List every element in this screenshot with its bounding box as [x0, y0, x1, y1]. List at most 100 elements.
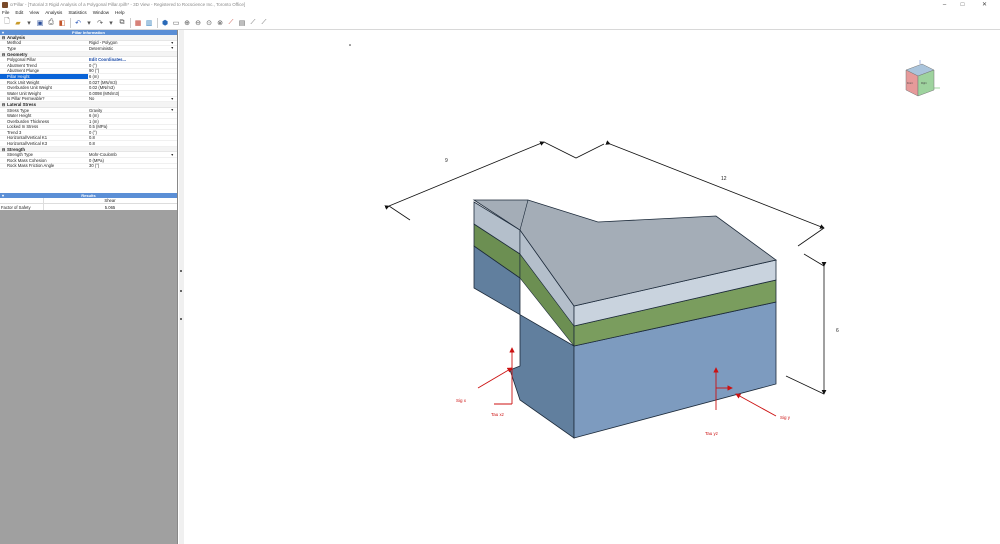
property-name: Rock Mass Cohesion: [7, 157, 47, 163]
menu-statistics[interactable]: Statistics: [68, 10, 86, 15]
property-name: Overburden Thickness: [7, 118, 50, 124]
grid-icon[interactable]: ▦: [133, 18, 143, 28]
panel-title: Pillar Information: [72, 30, 105, 35]
navigation-cube[interactable]: Front Right: [905, 60, 940, 97]
prop-type[interactable]: Type Deterministic ▼: [0, 46, 177, 52]
property-value: 0 (°): [89, 129, 97, 135]
save-icon[interactable]: ▣: [35, 18, 45, 28]
menu-edit[interactable]: Edit: [15, 10, 23, 15]
collapse-icon: ⊟: [1, 146, 6, 152]
menu-view[interactable]: View: [29, 10, 39, 15]
property-value: 0.8: [89, 141, 95, 147]
prop-is-pillar-permeable[interactable]: Is Pillar Permeable? No ▼: [0, 96, 177, 103]
property-name: Water Unit Weight: [7, 90, 41, 96]
toolbar-separator: [157, 17, 158, 28]
prop-rock-mass-friction-angle[interactable]: Rock Mass Friction Angle 30 (°): [0, 163, 177, 170]
category-label: Analysis: [7, 34, 26, 40]
collapse-icon: ⊟: [1, 51, 6, 57]
menu-analysis[interactable]: Analysis: [45, 10, 62, 15]
label-sig-y: Sig y: [780, 415, 791, 420]
dropdown-arrow-icon: ▼: [170, 96, 174, 101]
redo-icon[interactable]: ↷: [95, 18, 105, 28]
label-sig-x: Sig x: [456, 398, 467, 403]
property-value: Mohr-Coulomb: [89, 152, 117, 158]
property-name: Type: [7, 45, 17, 51]
zoom-in-icon[interactable]: ⊕: [182, 18, 192, 28]
histogram-icon[interactable]: ▤: [237, 18, 247, 28]
toolbar-separator: [70, 17, 71, 28]
text-label: [0, 197, 44, 204]
property-value: 6 (m): [89, 73, 99, 79]
open-file-icon[interactable]: ▰: [13, 18, 23, 28]
copy-icon[interactable]: ⧉: [117, 18, 127, 28]
left-pane: ▾ Pillar Information ⊟ Analysis Method Rig…: [0, 30, 178, 544]
print-icon[interactable]: ⎙: [46, 18, 56, 28]
property-value: 0.0098 (MN/m3): [89, 90, 120, 96]
dim-label-top-right: 12: [721, 176, 727, 182]
property-name: Water Height: [7, 113, 32, 119]
dim-label-height: 6: [836, 328, 839, 334]
property-name: Rock Mass Friction Angle: [7, 163, 55, 169]
minimize-button[interactable]: –: [938, 0, 951, 9]
toolbar: 🗋 ▰ ▾ ▣ ⎙ ◧ ↶ ▾ ↷ ▾ ⧉ ▦ ▥ ⬢ ▭ ⊕ ⊖ ⊙ ⊗ ⟋ …: [0, 16, 1000, 30]
property-name: Rock Unit Weight: [7, 79, 40, 85]
export-icon[interactable]: ◧: [57, 18, 67, 28]
cube-front-label: Front: [907, 82, 913, 85]
splitter-grip: [180, 270, 182, 272]
property-grid-blank: [0, 169, 177, 194]
label-tau-yz: Tau yz: [705, 431, 719, 436]
menu-bar: File Edit View Analysis Statistics Windo…: [0, 9, 1000, 16]
category-label: Lateral Stress: [7, 101, 37, 107]
zoom-out-icon[interactable]: ⊖: [193, 18, 203, 28]
property-value: Rigid - Polygon: [89, 40, 118, 46]
property-value: 0.5 (MPa): [89, 124, 108, 130]
pin-icon[interactable]: ▾: [2, 30, 4, 35]
label-tau-xz: Tau xz: [491, 412, 505, 417]
property-value: 1 (m): [89, 118, 99, 124]
property-name: Pillar Height: [0, 73, 88, 79]
new-file-icon[interactable]: 🗋: [2, 18, 12, 28]
category-label: Strength: [7, 146, 26, 152]
property-name: Overburden Unit Weight: [7, 85, 52, 91]
menu-file[interactable]: File: [2, 10, 9, 15]
toolbar-separator: [130, 17, 131, 28]
property-name: Horizontal/Vertical K1: [7, 135, 48, 141]
close-button[interactable]: ✕: [978, 0, 991, 9]
property-value: 0 (°): [89, 62, 97, 68]
property-name: Locked In Stress: [7, 124, 39, 130]
maximize-button[interactable]: □: [956, 0, 969, 9]
cube-right-label: Right: [921, 82, 927, 85]
3d-view-icon[interactable]: ⬢: [160, 18, 170, 28]
sensitivity-chart-icon[interactable]: ⟋: [226, 18, 236, 28]
pin-icon[interactable]: ▾: [2, 193, 4, 198]
dropdown-icon[interactable]: ▾: [106, 18, 116, 28]
pillar-info-header: ▾ Pillar Information: [0, 30, 177, 35]
zoom-all-icon[interactable]: ⊙: [204, 18, 214, 28]
chart-icon[interactable]: ▥: [144, 18, 154, 28]
property-grid: ⊟ Analysis Method Rigid - Polygon ▼ Type Det…: [0, 34, 177, 194]
zoom-window-icon[interactable]: ⊗: [215, 18, 225, 28]
property-value: 6 (m): [89, 113, 99, 119]
property-value: No: [89, 96, 95, 102]
splitter-grip: [180, 290, 182, 292]
dropdown-arrow-icon: ▼: [170, 46, 174, 51]
property-name: Horizontal/Vertical K3: [7, 141, 48, 147]
property-value: 30 (°): [89, 163, 100, 169]
dropdown-icon[interactable]: ▾: [84, 18, 94, 28]
panel-title: Results: [81, 193, 96, 199]
results-header: ▾ Results: [0, 193, 177, 199]
display-icon[interactable]: ▭: [171, 18, 181, 28]
undo-icon[interactable]: ↶: [73, 18, 83, 28]
cumulative-plot-icon[interactable]: ⟋: [259, 18, 269, 28]
prop-k3[interactable]: Horizontal/Vertical K3 0.8: [0, 141, 177, 147]
property-value: Deterministic: [89, 45, 114, 51]
dropdown-icon[interactable]: ▾: [24, 18, 34, 28]
dropdown-arrow-icon: ▼: [170, 40, 174, 45]
scatter-plot-icon[interactable]: ⟋: [248, 18, 258, 28]
menu-help[interactable]: Help: [115, 10, 124, 15]
menu-window[interactable]: Window: [93, 10, 109, 15]
3d-viewport[interactable]: 9 12 6 Sig x Tau xz Tau yz Sig y Front R…: [184, 30, 1000, 544]
view-marker-dot: [349, 44, 351, 46]
property-name: Polygonal Pillar: [7, 57, 36, 63]
property-name: Strength Type: [7, 152, 33, 158]
